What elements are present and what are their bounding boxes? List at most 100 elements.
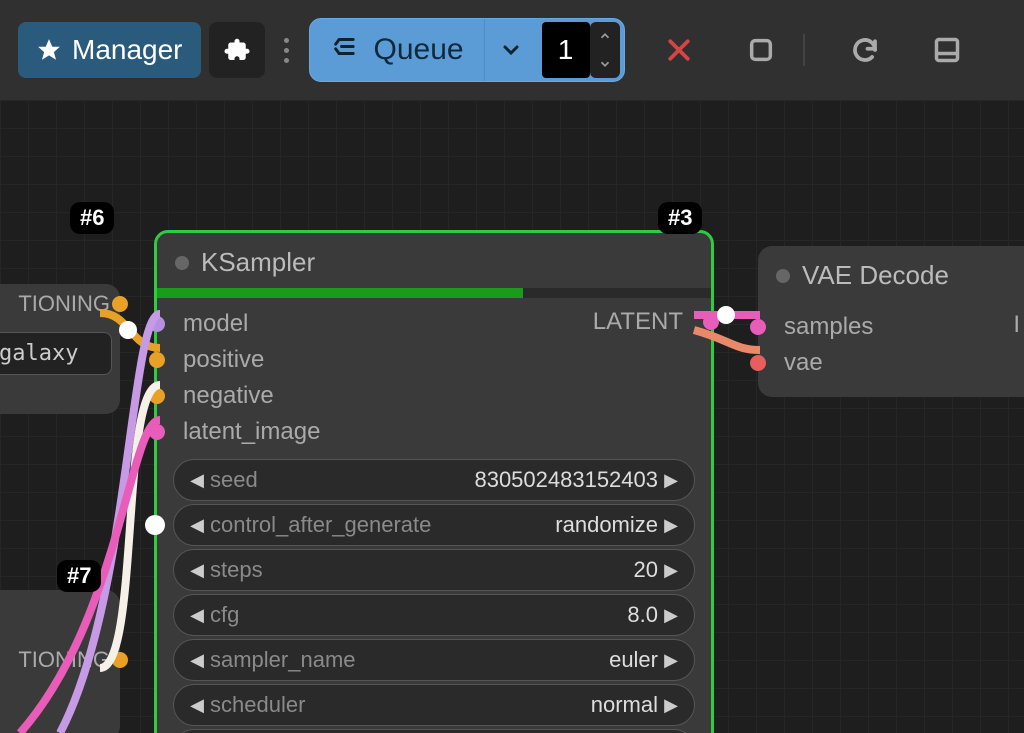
chevron-down-icon <box>499 38 523 62</box>
node-id-badge: #6 <box>70 202 114 234</box>
decrement-icon[interactable]: ◀ <box>184 470 210 491</box>
queue-label: Queue <box>374 33 464 67</box>
layout-icon <box>933 36 961 64</box>
node-id-badge: #3 <box>658 202 702 234</box>
port-label: vae <box>784 349 823 377</box>
widget-scheduler[interactable]: ◀ scheduler normal ▶ <box>173 684 695 726</box>
input-port-positive[interactable]: positive <box>157 342 711 378</box>
node-title-bar[interactable]: KSampler <box>157 233 711 288</box>
port-socket[interactable] <box>750 355 766 371</box>
queue-count-down[interactable] <box>590 50 620 78</box>
queue-run-icon <box>330 36 360 64</box>
conditioning-node-top[interactable]: TIONING galaxy <box>0 284 120 414</box>
cancel-button[interactable] <box>651 22 707 78</box>
refresh-icon <box>850 35 880 65</box>
stop-button[interactable] <box>733 22 789 78</box>
port-socket[interactable] <box>112 296 128 312</box>
port-label: negative <box>183 382 274 410</box>
widget-label: control_after_generate <box>210 512 431 538</box>
text-input-value[interactable]: galaxy <box>0 332 112 375</box>
port-label: model <box>183 310 248 338</box>
manager-label: Manager <box>72 34 183 66</box>
input-port-model[interactable]: model <box>157 306 711 342</box>
progress-fill <box>157 288 523 298</box>
widget-label: steps <box>210 557 263 583</box>
widget-value: euler <box>609 647 658 673</box>
widget-value: 20 <box>634 557 658 583</box>
close-icon <box>664 35 694 65</box>
separator <box>803 34 805 66</box>
port-label: samples <box>784 313 873 341</box>
widget-value: 830502483152403 <box>474 467 658 493</box>
widget-label: seed <box>210 467 258 493</box>
collapse-dot-icon[interactable] <box>175 256 189 270</box>
increment-icon[interactable]: ▶ <box>658 695 684 716</box>
widget-steps[interactable]: ◀ steps 20 ▶ <box>173 549 695 591</box>
port-label: I <box>1013 311 1020 339</box>
output-port-image[interactable]: I <box>997 307 1024 343</box>
widget-label: cfg <box>210 602 239 628</box>
queue-dropdown[interactable] <box>484 19 538 81</box>
increment-icon[interactable]: ▶ <box>658 470 684 491</box>
decrement-icon[interactable]: ◀ <box>184 605 210 626</box>
more-menu[interactable] <box>273 38 301 63</box>
queue-stepper <box>590 22 620 78</box>
port-socket[interactable] <box>750 319 766 335</box>
widget-denoise[interactable]: ◀ denoise 1.00 ▶ <box>173 729 695 733</box>
node-canvas[interactable]: #6 #3 #7 TIONING galaxy TIONING KSampler… <box>0 100 1024 733</box>
square-icon <box>747 36 775 64</box>
widget-label: sampler_name <box>210 647 356 673</box>
port-socket[interactable] <box>149 352 165 368</box>
node-title-text: KSampler <box>201 247 315 278</box>
ksampler-node[interactable]: KSampler LATENT model positive negative <box>154 230 714 733</box>
decrement-icon[interactable]: ◀ <box>184 650 210 671</box>
node-title-bar[interactable]: VAE Decode <box>758 246 1024 301</box>
widget-seed[interactable]: ◀ seed 830502483152403 ▶ <box>173 459 695 501</box>
decrement-icon[interactable]: ◀ <box>184 695 210 716</box>
manager-button[interactable]: Manager <box>18 22 201 78</box>
decrement-icon[interactable]: ◀ <box>184 515 210 536</box>
queue-group: Queue 1 <box>309 18 625 82</box>
input-port-latent[interactable]: latent_image <box>157 414 711 450</box>
queue-count-up[interactable] <box>590 22 620 50</box>
node-body: samples vae I <box>758 301 1024 397</box>
output-port[interactable]: TIONING <box>0 640 120 680</box>
decrement-icon[interactable]: ◀ <box>184 560 210 581</box>
widget-sampler-name[interactable]: ◀ sampler_name euler ▶ <box>173 639 695 681</box>
increment-icon[interactable]: ▶ <box>658 605 684 626</box>
star-icon <box>36 37 62 63</box>
node-body: LATENT model positive negative latent_im… <box>157 298 711 733</box>
extension-button[interactable] <box>209 22 265 78</box>
run-queue-button[interactable]: Queue <box>310 19 484 81</box>
increment-icon[interactable]: ▶ <box>658 560 684 581</box>
vae-decode-node[interactable]: VAE Decode samples vae I <box>758 246 1024 397</box>
widget-value: normal <box>591 692 658 718</box>
port-label: TIONING <box>18 291 110 317</box>
chevron-down-icon <box>598 57 612 71</box>
input-port-samples[interactable]: samples <box>758 309 1024 345</box>
port-socket[interactable] <box>149 424 165 440</box>
port-label: latent_image <box>183 418 320 446</box>
puzzle-icon <box>222 35 252 65</box>
refresh-button[interactable] <box>837 22 893 78</box>
port-label: TIONING <box>18 647 110 673</box>
port-socket[interactable] <box>149 388 165 404</box>
increment-icon[interactable]: ▶ <box>658 650 684 671</box>
toolbar: Manager Queue 1 <box>0 0 1024 100</box>
port-label: positive <box>183 346 264 374</box>
widget-label: scheduler <box>210 692 305 718</box>
port-socket[interactable] <box>112 652 128 668</box>
widget-control-after-generate[interactable]: ◀ control_after_generate randomize ▶ <box>173 504 695 546</box>
input-port-vae[interactable]: vae <box>758 345 1024 381</box>
progress-bar <box>157 288 711 298</box>
conditioning-node-bottom[interactable]: TIONING <box>0 590 120 733</box>
widget-cfg[interactable]: ◀ cfg 8.0 ▶ <box>173 594 695 636</box>
queue-count[interactable]: 1 <box>542 22 590 78</box>
input-port-negative[interactable]: negative <box>157 378 711 414</box>
output-port[interactable]: TIONING <box>0 284 120 324</box>
increment-icon[interactable]: ▶ <box>658 515 684 536</box>
port-socket[interactable] <box>149 316 165 332</box>
collapse-dot-icon[interactable] <box>776 269 790 283</box>
node-id-badge: #7 <box>57 560 101 592</box>
layout-button[interactable] <box>919 22 975 78</box>
